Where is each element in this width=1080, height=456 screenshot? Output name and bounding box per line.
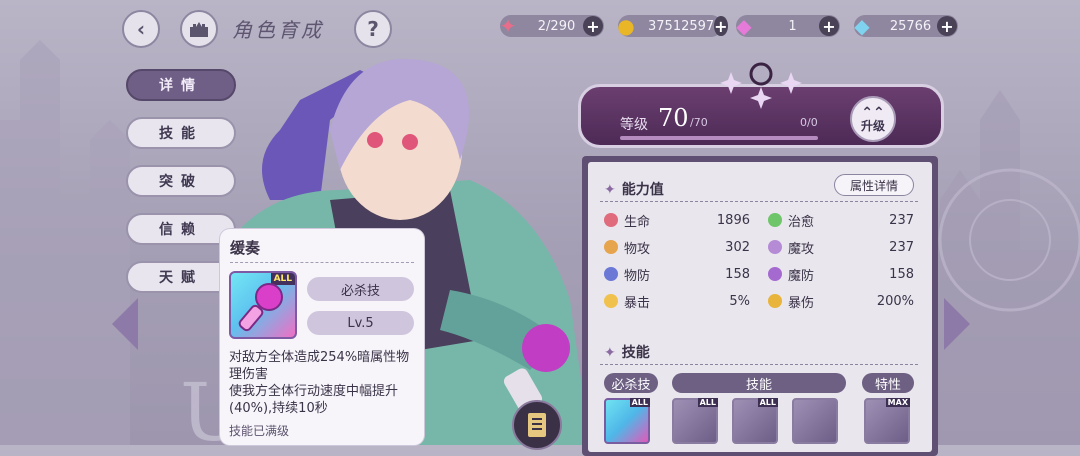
- stat-label: 暴伤: [788, 295, 815, 311]
- stat-label: 物防: [624, 268, 651, 284]
- wand-icon: [768, 240, 782, 254]
- gold-coin-icon: ●: [617, 14, 635, 38]
- blue-diamond-icon: ◆: [854, 14, 870, 38]
- add-gold-button[interactable]: +: [714, 16, 728, 36]
- help-icon: ?: [367, 17, 379, 41]
- attribute-details-button[interactable]: 属性详情: [834, 174, 914, 196]
- add-pink-gem-button[interactable]: +: [819, 16, 839, 36]
- divider: [600, 364, 918, 366]
- stat-label: 生命: [624, 214, 651, 230]
- exp-bar: [620, 136, 818, 140]
- heal-heart-icon: [768, 213, 782, 227]
- exp-value: 0/0: [800, 116, 818, 129]
- stat-label: 暴击: [624, 295, 651, 311]
- divider: [600, 201, 918, 203]
- stat-value: 200%: [876, 293, 914, 309]
- level-max: /70: [690, 116, 708, 129]
- stat-label: 物攻: [624, 241, 651, 257]
- heart-icon: [604, 213, 618, 227]
- stat-value: 5%: [729, 293, 750, 309]
- skill-name: 缓奏: [230, 239, 261, 257]
- skill-desc-line: 理伤害: [229, 367, 269, 382]
- skill-slot-1[interactable]: ALL: [672, 398, 718, 444]
- stat-magic-atk: 魔攻 237: [768, 238, 914, 257]
- resource-diamond: ◆ 25766 +: [854, 14, 958, 38]
- stat-magic-def: 魔防 158: [768, 265, 914, 284]
- ultimate-skill-icon[interactable]: ALL: [604, 398, 650, 444]
- pink-gem-icon: ◆: [736, 14, 752, 38]
- previous-character-arrow[interactable]: [112, 298, 138, 350]
- upgrade-label: 升级: [860, 119, 885, 133]
- stat-value: 237: [889, 239, 914, 255]
- page-title: 角色育成: [232, 18, 324, 42]
- skill-tag: ALL: [629, 398, 650, 407]
- skill-max-status: 技能已满级: [229, 424, 290, 438]
- microphone-icon: [238, 283, 283, 332]
- skill-tag: ALL: [757, 398, 778, 407]
- resource-value: 25766: [889, 18, 932, 34]
- skill-level-chip: Lv.5: [307, 311, 414, 335]
- stat-label: 魔攻: [788, 241, 815, 257]
- resource-gold: ● 37512597 +: [617, 14, 728, 38]
- stat-hp: 生命 1896: [604, 211, 750, 230]
- stat-value: 302: [725, 239, 750, 255]
- resource-value: 2/290: [537, 18, 576, 34]
- double-chevron-up-icon: ⌃⌃: [861, 105, 885, 121]
- candy-icon: ✦: [499, 14, 517, 38]
- resource-value: 1: [788, 18, 797, 34]
- microphone-skill-icon: ALL: [229, 271, 297, 339]
- back-arrow-icon: ‹: [136, 17, 146, 41]
- stat-value: 237: [889, 212, 914, 228]
- ultimate-header: 必杀技: [604, 373, 658, 393]
- magic-shield-icon: [768, 267, 782, 281]
- castle-home-icon: [190, 22, 208, 37]
- star-ornament-icon: [720, 62, 802, 109]
- resource-pink-gem: ◆ 1 +: [736, 14, 840, 38]
- add-diamond-button[interactable]: +: [937, 16, 957, 36]
- stat-value: 158: [725, 266, 750, 282]
- skills-section-title: ✦ 技能: [604, 342, 650, 362]
- stat-label: 治愈: [788, 214, 815, 230]
- skill-tag: ALL: [697, 398, 718, 407]
- add-candy-button[interactable]: +: [583, 16, 603, 36]
- skills-header: 技能: [672, 373, 846, 393]
- skill-slot-2[interactable]: ALL: [732, 398, 778, 444]
- trait-header: 特性: [862, 373, 914, 393]
- skill-desc-line: (40%),持续10秒: [229, 401, 328, 416]
- skill-type-chip: 必杀技: [307, 277, 414, 301]
- skill-desc-line: 使我方全体行动速度中幅提升: [229, 384, 399, 399]
- skill-slot-3[interactable]: [792, 398, 838, 444]
- diamond-bullet-icon: ✦: [604, 182, 616, 198]
- next-character-arrow[interactable]: [944, 298, 970, 350]
- upgrade-button[interactable]: ⌃⌃ 升级: [850, 96, 896, 142]
- stat-crit-dmg: 暴伤 200%: [768, 292, 914, 311]
- stat-phys-atk: 物攻 302: [604, 238, 750, 257]
- diamond-bullet-icon: ✦: [604, 345, 616, 361]
- skill-desc-line: 对敌方全体造成254%暗属性物: [229, 350, 410, 365]
- stat-crit: 暴击 5%: [604, 292, 750, 311]
- trait-slot[interactable]: MAX: [864, 398, 910, 444]
- stat-heal: 治愈 237: [768, 211, 914, 230]
- skill-tag: MAX: [885, 398, 910, 407]
- resource-candy: ✦ 2/290 +: [500, 14, 604, 38]
- resource-value: 37512597: [648, 18, 715, 34]
- story-book-button[interactable]: [512, 400, 562, 450]
- stats-title-text: 能力值: [621, 182, 664, 198]
- stat-value: 158: [889, 266, 914, 282]
- skills-title-text: 技能: [621, 345, 650, 361]
- shield-icon: [604, 267, 618, 281]
- stats-section-title: ✦ 能力值: [604, 179, 664, 199]
- stat-phys-def: 物防 158: [604, 265, 750, 284]
- fist-icon: [604, 240, 618, 254]
- level-value: 70: [658, 104, 689, 132]
- book-icon: [528, 413, 546, 437]
- stat-value: 1896: [716, 212, 750, 228]
- level-label: 等级: [620, 117, 648, 133]
- crit-damage-icon: [768, 294, 782, 308]
- back-button[interactable]: ‹: [122, 10, 160, 48]
- divider: [230, 262, 414, 263]
- stat-label: 魔防: [788, 268, 815, 284]
- crit-star-icon: [604, 294, 618, 308]
